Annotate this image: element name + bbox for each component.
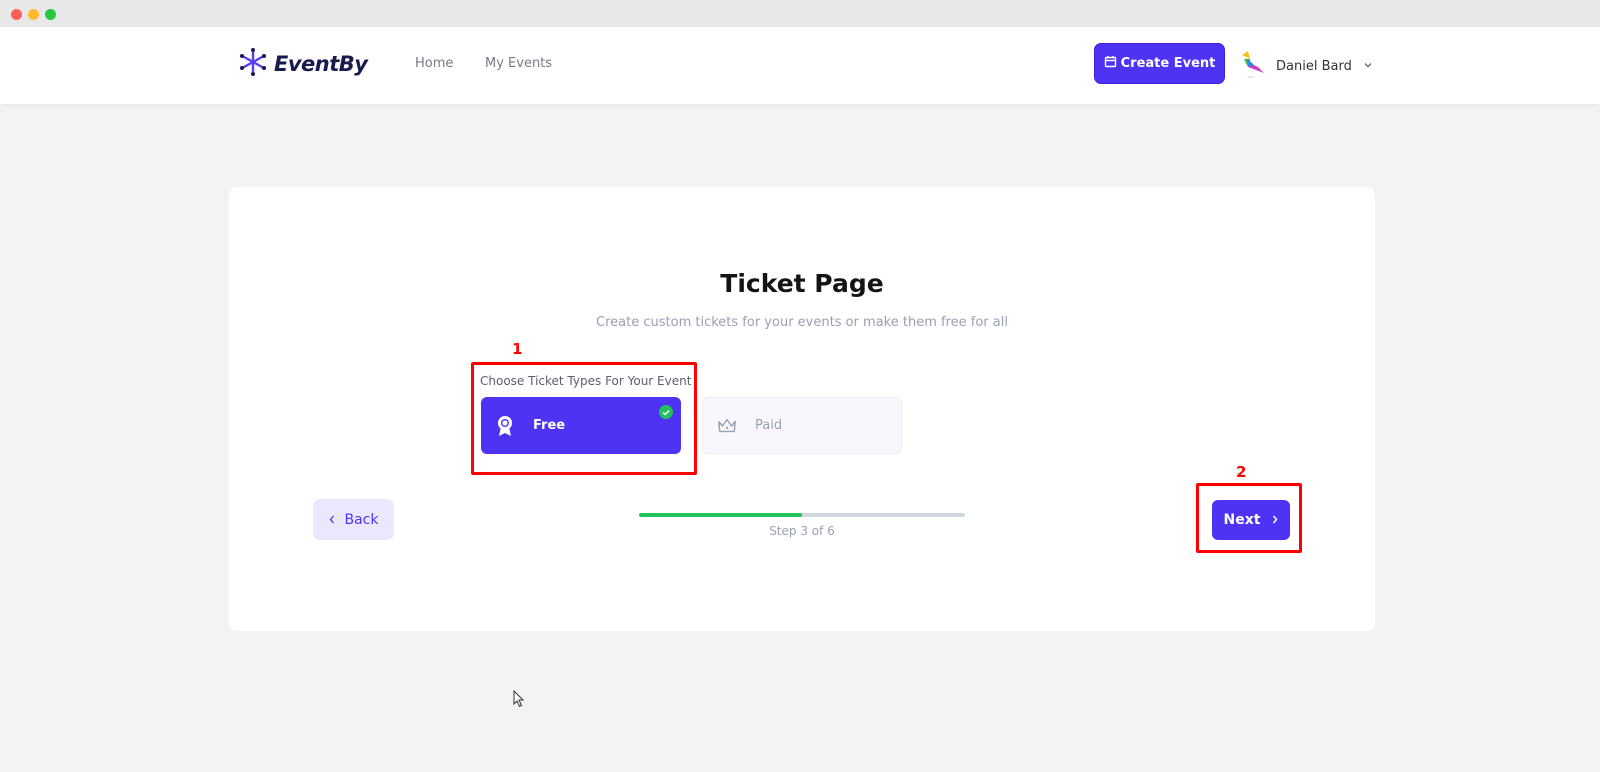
- bird-avatar: [1238, 49, 1266, 83]
- back-button-label: Back: [344, 511, 379, 528]
- nav-link-home[interactable]: Home: [415, 56, 453, 71]
- maximize-window-button[interactable]: [45, 9, 56, 20]
- ticket-option-free[interactable]: Free: [481, 397, 681, 454]
- ticket-page-card: Ticket Page Create custom tickets for yo…: [229, 187, 1375, 631]
- award-ribbon-icon: [495, 414, 515, 438]
- chevron-left-icon: [329, 512, 335, 528]
- ticket-type-label: Choose Ticket Types For Your Event: [480, 374, 692, 388]
- check-circle-icon: [659, 405, 673, 419]
- minimize-window-button[interactable]: [28, 9, 39, 20]
- window-titlebar: [0, 0, 1600, 27]
- logo[interactable]: EventBy: [238, 47, 368, 81]
- create-event-label: Create Event: [1120, 56, 1216, 71]
- step-progress-bar: [639, 513, 965, 517]
- back-button[interactable]: Back: [313, 499, 394, 540]
- create-event-button[interactable]: Create Event: [1094, 43, 1225, 84]
- chevron-down-icon[interactable]: [1364, 61, 1372, 71]
- close-window-button[interactable]: [11, 9, 22, 20]
- mouse-cursor-icon: [513, 689, 525, 712]
- ticket-option-free-label: Free: [533, 418, 566, 433]
- step-progress-fill: [639, 513, 802, 517]
- annotation-number-2: 2: [1236, 463, 1247, 481]
- logo-text: EventBy: [274, 52, 368, 76]
- ticket-option-paid-label: Paid: [755, 418, 783, 433]
- chevron-right-icon: [1272, 512, 1278, 528]
- next-button[interactable]: Next: [1212, 500, 1290, 540]
- page-title: Ticket Page: [720, 269, 884, 298]
- user-menu[interactable]: Daniel Bard: [1238, 49, 1372, 83]
- nav-link-my-events[interactable]: My Events: [485, 56, 552, 71]
- crown-icon: [717, 414, 737, 438]
- page-subtitle: Create custom tickets for your events or…: [596, 315, 1008, 330]
- next-button-label: Next: [1223, 512, 1261, 528]
- step-indicator: Step 3 of 6: [769, 524, 835, 538]
- navbar: EventBy Home My Events Create Event Dani…: [0, 27, 1600, 104]
- ticket-option-paid[interactable]: Paid: [702, 397, 902, 454]
- annotation-number-1: 1: [512, 340, 523, 358]
- calendar-icon: [1104, 55, 1117, 72]
- user-name: Daniel Bard: [1276, 58, 1352, 74]
- snowflake-icon: [238, 47, 268, 81]
